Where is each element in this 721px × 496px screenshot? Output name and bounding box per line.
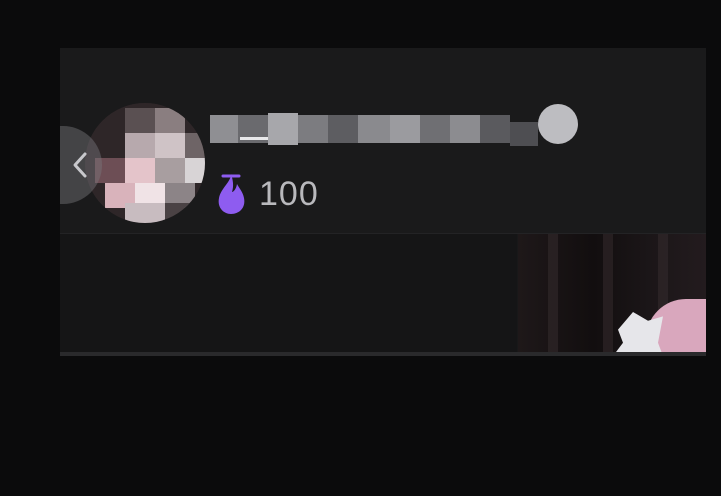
live-card: 100 — [60, 48, 706, 356]
hot-indicator: 100 — [213, 172, 319, 216]
chevron-left-icon — [73, 152, 87, 178]
profile-header: 100 — [60, 48, 706, 234]
thumbnail-lace — [613, 312, 663, 356]
avatar[interactable] — [85, 103, 205, 223]
flame-icon — [218, 174, 245, 214]
streamer-name-pixelated — [210, 104, 590, 160]
hot-value: 100 — [259, 175, 319, 213]
video-thumbnail[interactable] — [518, 234, 706, 356]
content-area — [60, 234, 517, 356]
progress-bar — [60, 352, 706, 356]
